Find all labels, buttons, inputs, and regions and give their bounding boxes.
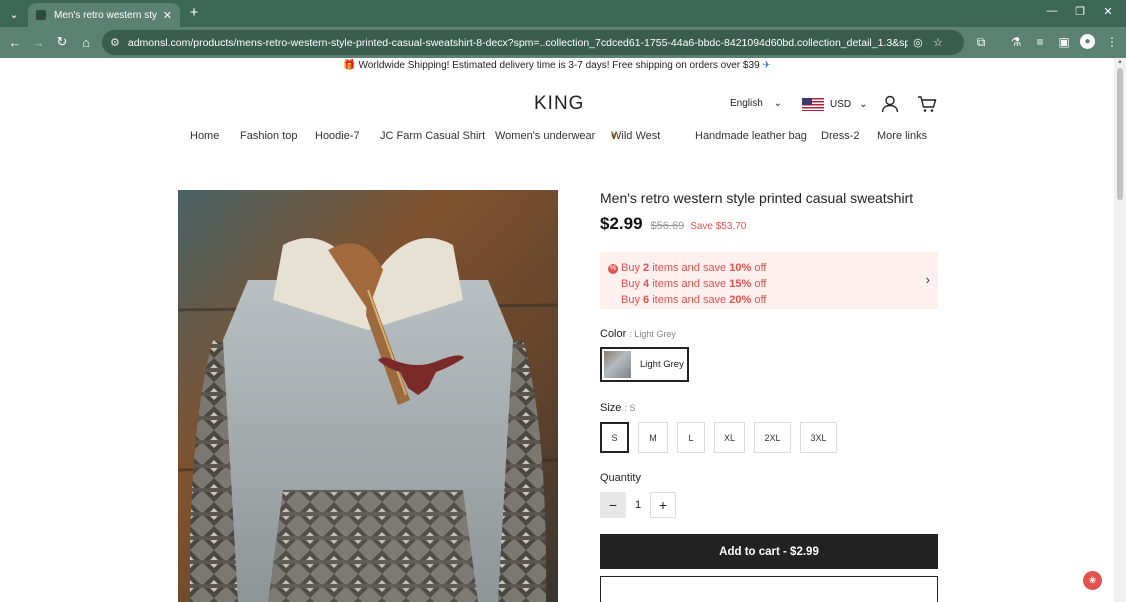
color-option-group: Color : Light Grey Light Grey	[600, 328, 938, 382]
add-to-cart-button[interactable]: Add to cart - $2.99	[600, 534, 938, 569]
chevron-down-icon: ⌄	[773, 98, 782, 109]
size-label: Size	[600, 402, 622, 414]
cart-icon[interactable]	[917, 94, 937, 114]
chevron-down-icon: ⌄	[859, 99, 868, 110]
product-info: Men's retro western style printed casual…	[600, 188, 938, 602]
color-thumbnail	[604, 351, 631, 378]
announcement-text: Worldwide Shipping! Estimated delivery t…	[358, 60, 760, 71]
us-flag-icon	[802, 98, 824, 111]
size-option-2xl[interactable]: 2XL	[754, 422, 791, 453]
account-icon[interactable]	[880, 94, 900, 114]
nav-item-womens-underwear[interactable]: Women's underwear	[495, 130, 595, 142]
bookmark-star-icon[interactable]: ☆	[928, 36, 948, 49]
back-icon[interactable]: ←	[6, 33, 24, 51]
minimize-icon[interactable]: —	[1042, 5, 1062, 17]
size-options: S M L XL 2XL 3XL	[600, 422, 938, 453]
quantity-label: Quantity	[600, 472, 641, 484]
product-price: $2.99	[600, 214, 643, 233]
address-bar[interactable]: ⚙ admonsl.com/products/mens-retro-wester…	[102, 30, 964, 55]
nav-item-dress-2[interactable]: Dress-2	[821, 130, 860, 142]
nav-item-home[interactable]: Home	[190, 130, 219, 142]
bundle-discount-line: Buy 6 items and save 20% off	[621, 294, 767, 306]
restore-icon[interactable]: ❐	[1070, 5, 1090, 18]
bundle-discount-box[interactable]: % Buy 2 items and save 10% off Buy 4 item…	[600, 252, 938, 309]
close-window-icon[interactable]: ✕	[1098, 5, 1118, 18]
tab-search-icon[interactable]: ⌄	[4, 4, 24, 24]
forward-icon[interactable]: →	[29, 33, 47, 51]
size-option-l[interactable]: L	[677, 422, 705, 453]
quantity-group: Quantity − 1 +	[600, 472, 938, 518]
site-info-icon[interactable]: ⚙	[110, 36, 120, 49]
quantity-decrease-button[interactable]: −	[600, 492, 626, 518]
color-swatch-label: Light Grey	[640, 359, 684, 370]
language-label: English	[730, 98, 763, 109]
save-badge: Save $53.70	[690, 221, 747, 232]
extensions-icon[interactable]: ⧉	[972, 33, 990, 51]
scroll-up-icon[interactable]: ▲	[1117, 59, 1123, 65]
url-text[interactable]: admonsl.com/products/mens-retro-western-…	[128, 37, 908, 49]
media-control-icon[interactable]: ≡	[1031, 33, 1049, 51]
price-row: $2.99 $56.69 Save $53.70	[600, 214, 938, 234]
nav-item-jc-farm-casual-shirt[interactable]: JC Farm Casual Shirt	[380, 130, 485, 142]
home-icon[interactable]: ⌂	[77, 33, 95, 51]
buy-now-button[interactable]	[600, 576, 938, 602]
language-selector[interactable]: English ⌄	[730, 98, 782, 109]
store-logo[interactable]: KING	[534, 93, 584, 115]
quantity-input[interactable]: 1	[626, 499, 650, 511]
quantity-increase-button[interactable]: +	[650, 492, 676, 518]
compare-price: $56.69	[650, 220, 685, 232]
labs-flask-icon[interactable]: ⚗	[1007, 33, 1025, 51]
close-tab-icon[interactable]: ✕	[163, 9, 172, 22]
chevron-right-icon: ›	[925, 272, 930, 287]
bundle-discount-line: % Buy 2 items and save 10% off	[608, 262, 767, 274]
product-title: Men's retro western style printed casual…	[600, 190, 914, 206]
nav-item-more-links[interactable]: More links	[877, 130, 927, 142]
size-option-3xl[interactable]: 3XL	[800, 422, 837, 453]
product-photo	[178, 190, 558, 602]
eye-off-icon[interactable]: ◎	[908, 36, 928, 49]
color-selected: : Light Grey	[629, 329, 676, 339]
browser-toolbar: ← → ↻ ⌂ ⚙ admonsl.com/products/mens-retr…	[0, 27, 1126, 58]
store-header: KING English ⌄ USD ⌄	[0, 85, 1114, 125]
browser-tab[interactable]: Men's retro western style printe ✕	[28, 3, 180, 27]
size-selected: : S	[624, 403, 636, 413]
scrollbar-thumb[interactable]	[1117, 68, 1123, 200]
currency-label: USD	[830, 99, 852, 110]
side-panel-icon[interactable]: ▣	[1055, 33, 1073, 51]
tab-title: Men's retro western style printe	[54, 9, 157, 21]
size-option-xl[interactable]: XL	[714, 422, 745, 453]
profile-avatar-icon[interactable]: ●	[1080, 34, 1095, 49]
nav-item-handmade-leather-bag[interactable]: Handmade leather bag	[695, 130, 807, 142]
favicon-icon	[36, 10, 46, 20]
gift-icon: 🎁	[343, 60, 356, 71]
browser-tab-strip: ⌄ Men's retro western style printe ✕ + —…	[0, 0, 1126, 27]
size-option-group: Size : S S M L XL 2XL 3XL	[600, 402, 938, 453]
main-navigation: Home Fashion top Hoodie-7 JC Farm Casual…	[0, 130, 1114, 148]
color-swatch-light-grey[interactable]: Light Grey	[600, 347, 689, 382]
page-scrollbar[interactable]: ▲	[1114, 58, 1126, 602]
product-image[interactable]	[178, 190, 558, 602]
airplane-icon: ✈	[762, 60, 771, 71]
announcement-bar: 🎁 Worldwide Shipping! Estimated delivery…	[0, 60, 1114, 78]
color-label: Color	[600, 328, 627, 340]
nav-item-hoodie-7[interactable]: Hoodie-7	[315, 130, 360, 142]
floating-gift-icon[interactable]: ❀	[1083, 571, 1102, 590]
quantity-stepper: − 1 +	[600, 492, 938, 518]
size-option-s[interactable]: S	[600, 422, 629, 453]
new-tab-icon[interactable]: +	[186, 4, 202, 21]
nav-item-fashion-top[interactable]: Fashion top	[240, 130, 297, 142]
nav-item-label: Wild West	[611, 130, 661, 142]
discount-icon: %	[608, 264, 618, 274]
size-option-m[interactable]: M	[638, 422, 668, 453]
bundle-discount-line: Buy 4 items and save 15% off	[621, 278, 767, 290]
reload-icon[interactable]: ↻	[53, 33, 71, 51]
menu-kebab-icon[interactable]: ⋮	[1103, 33, 1121, 51]
currency-selector[interactable]: USD ⌄	[802, 98, 868, 111]
